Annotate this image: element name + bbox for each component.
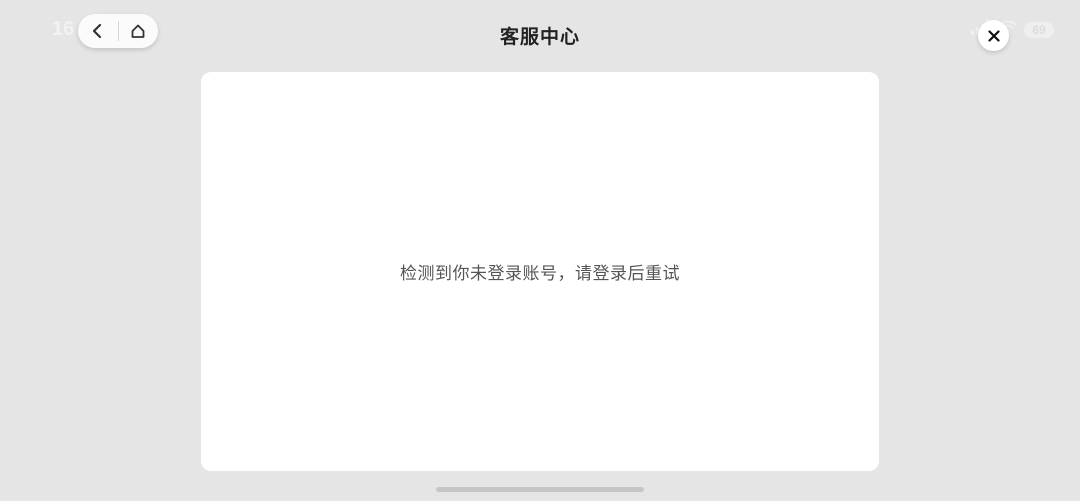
home-indicator[interactable] bbox=[436, 487, 644, 492]
content-card: 检测到你未登录账号，请登录后重试 bbox=[201, 72, 879, 471]
close-icon bbox=[987, 29, 1000, 42]
login-required-message: 检测到你未登录账号，请登录后重试 bbox=[400, 264, 680, 284]
close-button[interactable] bbox=[978, 20, 1009, 51]
page-title: 客服中心 bbox=[499, 26, 580, 48]
